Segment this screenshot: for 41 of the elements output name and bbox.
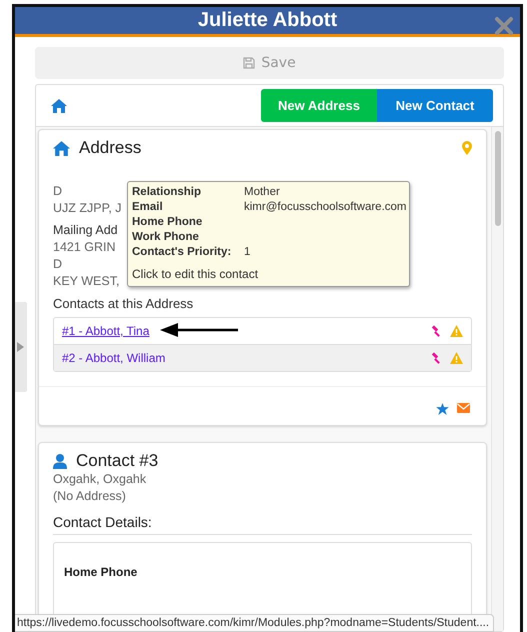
tooltip-label: Relationship <box>132 186 202 198</box>
home-icon[interactable] <box>51 98 67 112</box>
warning-icon <box>450 352 463 364</box>
tooltip-hint: Click to edit this contact <box>132 267 260 281</box>
address-line: UJZ ZJPP, J <box>53 200 122 217</box>
address-line: D <box>53 256 62 273</box>
window-title: Juliette Abbott <box>198 9 338 32</box>
contact-row[interactable]: #2 - Abbott, William <box>54 344 471 371</box>
side-tab[interactable] <box>15 302 27 392</box>
tooltip-label: Email <box>132 201 164 213</box>
map-pin-icon[interactable] <box>462 141 472 155</box>
card-title: Contact #3 <box>76 451 158 471</box>
contact-address: (No Address) <box>53 488 126 505</box>
field-label: Home Phone <box>64 565 138 579</box>
contact-link[interactable]: #2 - Abbott, William <box>62 351 166 365</box>
home-icon <box>53 140 70 156</box>
warning-icon <box>450 325 463 337</box>
tooltip-label: Home Phone <box>132 216 204 228</box>
address-label: Mailing Add <box>53 222 118 239</box>
tooltip-label: Contact's Priority: <box>132 246 232 258</box>
tooltip-value: Mother <box>244 186 281 198</box>
scrollbar-thumb[interactable] <box>494 131 500 226</box>
contact-name: Oxgahk, Oxgahk <box>53 471 146 488</box>
status-url: https://livedemo.focusschoolsoftware.com/kimr/Modules.php?modname=Students/Student.... <box>17 617 490 629</box>
address-line: D <box>53 183 62 200</box>
star-icon[interactable] <box>436 403 449 415</box>
contact-link[interactable]: #1 - Abbott, Tina <box>62 324 150 338</box>
address-line: KEY WEST, <box>53 273 120 290</box>
tooltip-value: 1 <box>244 246 252 258</box>
envelope-icon[interactable] <box>457 403 470 413</box>
expand-arrow-icon <box>16 342 24 352</box>
close-icon[interactable] <box>494 16 514 36</box>
details-heading: Contact Details: <box>53 505 472 535</box>
tooltip-label: Work Phone <box>132 231 200 243</box>
address-line: 1421 GRIN <box>53 239 116 256</box>
card-title: Address <box>79 138 142 158</box>
contacts-heading: Contacts at this Address <box>53 296 194 311</box>
contact-row[interactable]: #1 - Abbott, Tina <box>54 318 471 344</box>
tooltip-value: kimr@focusschoolsoftware.com <box>244 201 406 213</box>
new-button[interactable]: New Contact <box>377 89 493 122</box>
person-icon <box>53 454 67 468</box>
